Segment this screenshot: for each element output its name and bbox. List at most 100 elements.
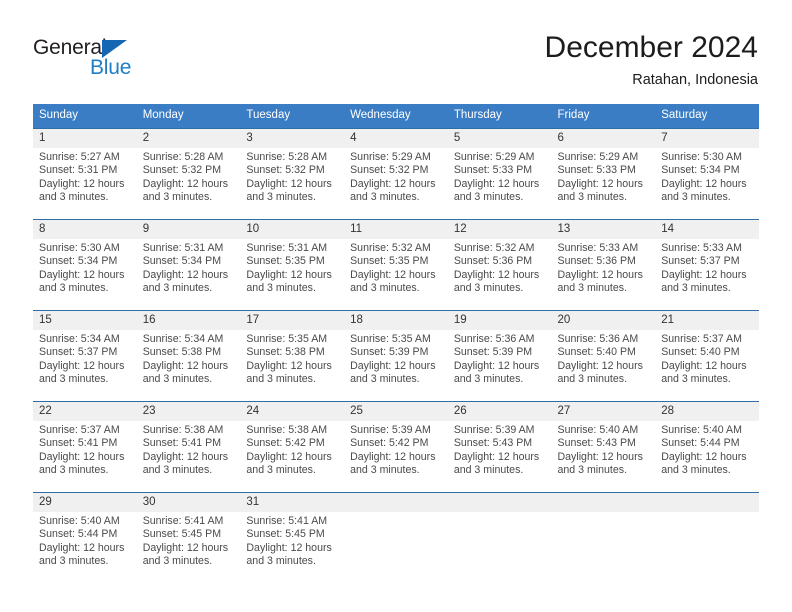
daylight-text-line1: Daylight: 12 hours — [557, 450, 643, 463]
day-cell-inner: 26 Sunrise: 5:39 AM Sunset: 5:43 PM Dayligh… — [447, 402, 552, 480]
sunset-text: Sunset: 5:42 PM — [350, 437, 429, 450]
day-cell-inner: 15 Sunrise: 5:34 AM Sunset: 5:37 PM Dayligh… — [33, 311, 137, 389]
calendar-day-cell[interactable]: 16 Sunrise: 5:34 AM Sunset: 5:38 PM Dayligh… — [136, 310, 241, 389]
sunrise-text: Sunrise: 5:37 AM — [661, 333, 742, 345]
calendar-day-cell[interactable]: 12 Sunrise: 5:32 AM Sunset: 5:36 PM Dayligh… — [447, 219, 552, 298]
week-spacer — [33, 298, 759, 311]
day-cell-inner: 13 Sunrise: 5:33 AM Sunset: 5:36 PM Dayligh… — [551, 220, 656, 298]
daylight-text-line2: and 3 minutes. — [142, 554, 213, 567]
day-number: 31 — [240, 493, 345, 512]
day-details: Sunrise: 5:41 AM Sunset: 5:45 PM Daylight:… — [240, 512, 344, 568]
calendar-day-cell[interactable]: 18 Sunrise: 5:35 AM Sunset: 5:39 PM Dayligh… — [344, 310, 448, 389]
sunrise-text: Sunrise: 5:31 AM — [246, 242, 328, 254]
day-details: Sunrise: 5:33 AM Sunset: 5:36 PM Daylight:… — [552, 239, 656, 295]
calendar-day-cell[interactable]: 6 Sunrise: 5:29 AM Sunset: 5:33 PM Daylight… — [551, 128, 656, 207]
day-number: 11 — [344, 220, 448, 239]
daylight-text-line1: Daylight: 12 hours — [142, 177, 229, 190]
sunset-text: Sunset: 5:39 PM — [453, 346, 533, 359]
day-cell-inner: 9 Sunrise: 5:31 AM Sunset: 5:34 PM Daylight… — [136, 220, 241, 298]
day-cell-inner: 19 Sunrise: 5:36 AM Sunset: 5:39 PM Dayligh… — [447, 311, 552, 389]
sunset-text: Sunset: 5:34 PM — [39, 255, 118, 268]
calendar-day-cell[interactable]: 29 Sunrise: 5:40 AM Sunset: 5:44 PM Dayligh… — [33, 492, 137, 571]
calendar-day-cell[interactable]: 28 Sunrise: 5:40 AM Sunset: 5:44 PM Dayligh… — [655, 401, 759, 480]
week-spacer-cell — [33, 207, 759, 220]
calendar-day-cell[interactable]: 8 Sunrise: 5:30 AM Sunset: 5:34 PM Daylight… — [33, 219, 137, 298]
calendar-day-cell[interactable]: 30 Sunrise: 5:41 AM Sunset: 5:45 PM Dayligh… — [136, 492, 241, 571]
calendar-day-cell[interactable]: 22 Sunrise: 5:37 AM Sunset: 5:41 PM Dayligh… — [33, 401, 137, 480]
sunset-text: Sunset: 5:43 PM — [557, 437, 636, 450]
calendar-day-cell[interactable]: 11 Sunrise: 5:32 AM Sunset: 5:35 PM Dayligh… — [344, 219, 448, 298]
calendar-day-cell[interactable]: 10 Sunrise: 5:31 AM Sunset: 5:35 PM Dayligh… — [240, 219, 345, 298]
day-number: 13 — [551, 220, 656, 239]
weekday-header-friday: Friday — [551, 104, 656, 129]
calendar-day-cell[interactable]: 24 Sunrise: 5:38 AM Sunset: 5:42 PM Dayligh… — [240, 401, 345, 480]
calendar-day-cell[interactable]: 13 Sunrise: 5:33 AM Sunset: 5:36 PM Dayligh… — [551, 219, 656, 298]
calendar-day-cell[interactable]: 21 Sunrise: 5:37 AM Sunset: 5:40 PM Dayligh… — [655, 310, 759, 389]
calendar-day-cell[interactable]: 23 Sunrise: 5:38 AM Sunset: 5:41 PM Dayligh… — [136, 401, 241, 480]
day-cell-inner: 22 Sunrise: 5:37 AM Sunset: 5:41 PM Dayligh… — [33, 402, 137, 480]
sunset-text: Sunset: 5:31 PM — [39, 164, 118, 177]
calendar-day-cell[interactable]: 25 Sunrise: 5:39 AM Sunset: 5:42 PM Dayligh… — [344, 401, 448, 480]
daylight-text-line2: and 3 minutes. — [142, 463, 213, 476]
calendar-day-cell[interactable]: 26 Sunrise: 5:39 AM Sunset: 5:43 PM Dayligh… — [447, 401, 552, 480]
weekday-header-wednesday: Wednesday — [344, 104, 448, 129]
day-number: 2 — [136, 129, 241, 148]
day-number: 28 — [655, 402, 759, 421]
calendar-day-cell[interactable]: 2 Sunrise: 5:28 AM Sunset: 5:32 PM Daylight… — [136, 128, 241, 207]
calendar-day-cell[interactable]: 9 Sunrise: 5:31 AM Sunset: 5:34 PM Daylight… — [136, 219, 241, 298]
day-number: 6 — [551, 129, 656, 148]
daylight-text-line1: Daylight: 12 hours — [39, 177, 125, 190]
daylight-text-line2: and 3 minutes. — [661, 281, 731, 294]
calendar-header-row: Sunday Monday Tuesday Wednesday Thursday… — [33, 104, 759, 129]
day-cell-inner: 14 Sunrise: 5:33 AM Sunset: 5:37 PM Dayligh… — [655, 220, 759, 298]
sunset-text: Sunset: 5:34 PM — [142, 255, 222, 268]
calendar-day-cell[interactable]: 17 Sunrise: 5:35 AM Sunset: 5:38 PM Dayligh… — [240, 310, 345, 389]
calendar-week-row: 8 Sunrise: 5:30 AM Sunset: 5:34 PM Daylight… — [33, 219, 759, 298]
day-number: 12 — [447, 220, 552, 239]
daylight-text-line2: and 3 minutes. — [661, 372, 731, 385]
day-number: 19 — [447, 311, 552, 330]
daylight-text-line1: Daylight: 12 hours — [453, 268, 540, 281]
day-number: 25 — [344, 402, 448, 421]
daylight-text-line2: and 3 minutes. — [39, 281, 109, 294]
page-title: December 2024 — [544, 31, 758, 64]
calendar-day-cell[interactable]: 14 Sunrise: 5:33 AM Sunset: 5:37 PM Dayligh… — [655, 219, 759, 298]
sunset-text: Sunset: 5:34 PM — [661, 164, 740, 177]
daylight-text-line2: and 3 minutes. — [39, 372, 109, 385]
day-number: 1 — [33, 129, 137, 148]
calendar-week-row: 22 Sunrise: 5:37 AM Sunset: 5:41 PM Dayligh… — [33, 401, 759, 480]
day-details: Sunrise: 5:40 AM Sunset: 5:44 PM Daylight:… — [33, 512, 137, 568]
calendar-day-cell[interactable]: 7 Sunrise: 5:30 AM Sunset: 5:34 PM Daylight… — [655, 128, 759, 207]
sunrise-text: Sunrise: 5:28 AM — [142, 151, 224, 163]
calendar-day-cell[interactable]: 19 Sunrise: 5:36 AM Sunset: 5:39 PM Dayligh… — [447, 310, 552, 389]
day-cell-inner — [447, 493, 552, 571]
logo-text-blue: Blue — [90, 56, 132, 79]
calendar-day-cell[interactable]: 20 Sunrise: 5:36 AM Sunset: 5:40 PM Dayligh… — [551, 310, 656, 389]
sunrise-text: Sunrise: 5:35 AM — [350, 333, 431, 345]
daylight-text-line1: Daylight: 12 hours — [350, 450, 436, 463]
sunset-text: Sunset: 5:39 PM — [350, 346, 429, 359]
calendar-day-cell[interactable]: 27 Sunrise: 5:40 AM Sunset: 5:43 PM Dayligh… — [551, 401, 656, 480]
day-cell-inner: 24 Sunrise: 5:38 AM Sunset: 5:42 PM Dayligh… — [240, 402, 345, 480]
daylight-text-line2: and 3 minutes. — [246, 463, 316, 476]
daylight-text-line1: Daylight: 12 hours — [661, 177, 747, 190]
sunset-text: Sunset: 5:45 PM — [246, 528, 325, 541]
day-number: 18 — [344, 311, 448, 330]
sunrise-text: Sunrise: 5:30 AM — [39, 242, 120, 254]
calendar-day-cell[interactable]: 5 Sunrise: 5:29 AM Sunset: 5:33 PM Daylight… — [447, 128, 552, 207]
calendar-day-cell[interactable]: 4 Sunrise: 5:29 AM Sunset: 5:32 PM Daylight… — [344, 128, 448, 207]
daylight-text-line2: and 3 minutes. — [350, 190, 420, 203]
calendar-day-cell[interactable]: 3 Sunrise: 5:28 AM Sunset: 5:32 PM Daylight… — [240, 128, 345, 207]
day-details: Sunrise: 5:40 AM Sunset: 5:44 PM Daylight:… — [655, 421, 759, 477]
day-number: 9 — [136, 220, 241, 239]
week-spacer-cell — [33, 480, 759, 493]
calendar-day-cell[interactable]: 1 Sunrise: 5:27 AM Sunset: 5:31 PM Daylight… — [33, 128, 137, 207]
daylight-text-line1: Daylight: 12 hours — [350, 177, 436, 190]
calendar-week-row: 15 Sunrise: 5:34 AM Sunset: 5:37 PM Dayligh… — [33, 310, 759, 389]
day-number: 5 — [447, 129, 552, 148]
calendar-day-cell[interactable]: 15 Sunrise: 5:34 AM Sunset: 5:37 PM Dayligh… — [33, 310, 137, 389]
calendar-day-cell[interactable]: 31 Sunrise: 5:41 AM Sunset: 5:45 PM Dayligh… — [240, 492, 345, 571]
day-cell-inner: 2 Sunrise: 5:28 AM Sunset: 5:32 PM Daylight… — [136, 129, 241, 207]
day-details: Sunrise: 5:28 AM Sunset: 5:32 PM Daylight:… — [137, 148, 241, 204]
day-details: Sunrise: 5:35 AM Sunset: 5:39 PM Daylight:… — [344, 330, 448, 386]
